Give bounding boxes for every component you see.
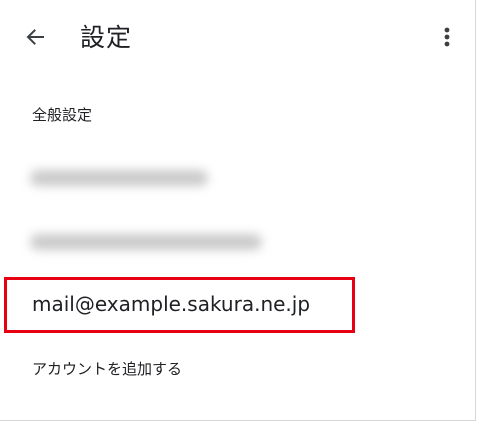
blurred-account-email bbox=[30, 234, 262, 250]
page-title: 設定 bbox=[80, 23, 133, 52]
app-bar: 設定 bbox=[0, 0, 475, 80]
more-vert-icon bbox=[443, 25, 451, 53]
settings-screen: 設定 全般設定 mail@example.sakura.ne.jp アカウントを… bbox=[0, 0, 476, 421]
more-options-button[interactable] bbox=[432, 22, 462, 56]
account-item-obscured-2[interactable] bbox=[0, 216, 476, 268]
account-email-label: mail@example.sakura.ne.jp bbox=[32, 292, 311, 316]
general-settings-item[interactable]: 全般設定 bbox=[0, 92, 476, 136]
account-item-obscured-1[interactable] bbox=[0, 152, 476, 204]
blurred-account-email bbox=[30, 170, 208, 186]
account-item-email[interactable]: mail@example.sakura.ne.jp bbox=[0, 277, 476, 333]
arrow-left-icon bbox=[23, 25, 47, 53]
general-settings-label: 全般設定 bbox=[32, 105, 93, 124]
add-account-item[interactable]: アカウントを追加する bbox=[0, 346, 476, 390]
add-account-label: アカウントを追加する bbox=[32, 359, 183, 378]
back-button[interactable] bbox=[18, 22, 52, 56]
